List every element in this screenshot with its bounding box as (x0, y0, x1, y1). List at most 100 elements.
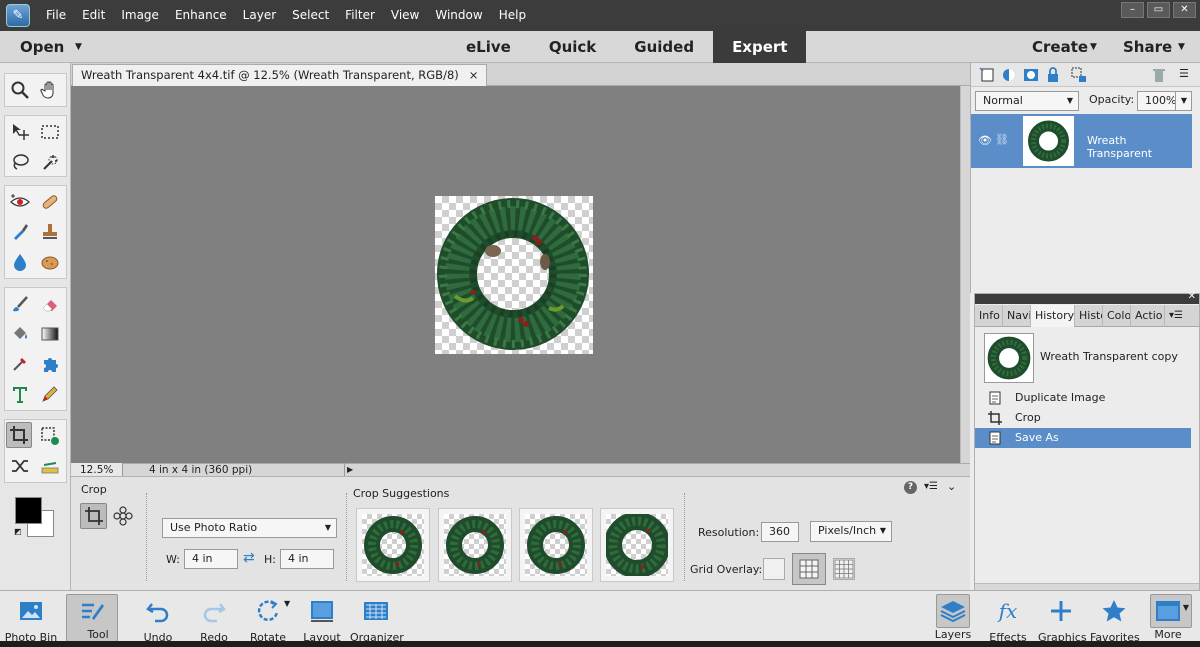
grid-overlay-none-button[interactable] (763, 558, 785, 580)
open-button[interactable]: Open (20, 31, 64, 63)
history-item[interactable]: Crop (975, 408, 1191, 428)
new-layer-icon[interactable] (979, 67, 995, 83)
layers-menu-icon[interactable]: ☰ (1179, 67, 1195, 83)
tab-history[interactable]: History (1031, 305, 1075, 327)
move-tool[interactable] (7, 119, 33, 145)
tab-navigator[interactable]: Navi (1003, 305, 1031, 327)
menu-window[interactable]: Window (427, 0, 490, 31)
tab-quick[interactable]: Quick (530, 31, 615, 63)
zoom-level[interactable]: 12.5% (71, 463, 123, 477)
tab-info[interactable]: Info (975, 305, 1003, 327)
history-item[interactable]: Duplicate Image (975, 388, 1191, 408)
eyedropper-tool[interactable] (7, 351, 33, 377)
panel-titlebar[interactable]: ✕ (975, 291, 1199, 304)
wreath-image[interactable] (435, 196, 593, 354)
rotate-button[interactable]: ▼ Rotate (246, 591, 290, 644)
menu-layer[interactable]: Layer (235, 0, 284, 31)
menu-help[interactable]: Help (491, 0, 534, 31)
panel-menu-icon[interactable]: ▾☰ (1165, 305, 1187, 327)
history-snapshot-name[interactable]: Wreath Transparent copy (1040, 350, 1178, 363)
menu-filter[interactable]: Filter (337, 0, 383, 31)
lasso-tool[interactable] (7, 149, 33, 175)
collapse-options-icon[interactable]: ⌄ (947, 480, 956, 493)
tab-histogram[interactable]: Histo (1075, 305, 1103, 327)
tab-color[interactable]: Colo (1103, 305, 1131, 327)
layout-button[interactable]: Layout (302, 591, 342, 644)
layers-panel-button[interactable] (936, 594, 970, 628)
grid-overlay-thirds-button[interactable] (792, 553, 826, 585)
more-dropdown-icon[interactable]: ▼ (1183, 603, 1189, 612)
tab-actions[interactable]: Actio (1131, 305, 1165, 327)
layer-mask-icon[interactable] (1023, 67, 1039, 83)
create-dropdown-icon[interactable]: ▼ (1090, 31, 1097, 63)
history-snapshot-thumbnail[interactable] (984, 333, 1034, 383)
graphics-button[interactable]: Graphics (1038, 591, 1087, 644)
menu-image[interactable]: Image (113, 0, 167, 31)
recompose-tool[interactable] (37, 423, 63, 449)
spot-healing-tool[interactable] (37, 189, 63, 215)
maximize-button[interactable]: ▭ (1147, 2, 1170, 18)
minimize-button[interactable]: – (1121, 2, 1144, 18)
favorites-button[interactable]: Favorites (1090, 591, 1140, 644)
history-item-selected[interactable]: Save As (975, 428, 1191, 448)
blend-mode-select[interactable]: Normal ▼ (975, 91, 1079, 111)
width-input[interactable]: 4 in (184, 549, 238, 569)
open-dropdown-icon[interactable]: ▼ (75, 31, 82, 63)
menu-select[interactable]: Select (284, 0, 337, 31)
hand-tool[interactable] (37, 77, 63, 103)
lock-icon[interactable] (1045, 67, 1061, 83)
layer-row[interactable]: 👁 ⛓ Wreath Transparent (971, 114, 1192, 168)
help-icon[interactable]: ? (904, 481, 917, 494)
straighten-tool[interactable] (37, 453, 63, 479)
options-menu-icon[interactable]: ▾☰ (924, 481, 938, 492)
smart-brush-tool[interactable] (7, 219, 33, 245)
menu-edit[interactable]: Edit (74, 0, 113, 31)
paint-bucket-tool[interactable] (7, 321, 33, 347)
type-tool[interactable] (7, 381, 33, 407)
photo-bin-button[interactable]: Photo Bin (4, 591, 58, 644)
organizer-button[interactable]: Organizer (350, 591, 404, 644)
default-colors-icon[interactable]: ◩ (14, 527, 22, 536)
crop-tool[interactable] (6, 422, 32, 448)
crop-suggestion-1[interactable] (356, 508, 430, 582)
opacity-dropdown[interactable]: ▼ (1175, 91, 1192, 111)
close-window-button[interactable]: ✕ (1173, 2, 1196, 18)
status-menu-arrow-icon[interactable]: ▶ (347, 464, 353, 476)
tab-elive[interactable]: eLive (447, 31, 530, 63)
crop-suggestion-2[interactable] (438, 508, 512, 582)
crop-suggestion-4[interactable] (600, 508, 674, 582)
content-aware-move-tool[interactable] (7, 453, 33, 479)
aspect-ratio-select[interactable]: Use Photo Ratio ▼ (162, 518, 337, 538)
custom-shape-tool[interactable] (37, 351, 63, 377)
layer-visibility-eye-icon[interactable]: 👁 (978, 134, 992, 147)
layer-link-icon[interactable]: ⛓ (995, 133, 1009, 146)
menu-file[interactable]: File (38, 0, 74, 31)
eraser-tool[interactable] (37, 291, 63, 317)
zoom-tool[interactable] (7, 77, 33, 103)
quick-selection-tool[interactable] (37, 149, 63, 175)
marquee-tool[interactable] (37, 119, 63, 145)
document-tab[interactable]: Wreath Transparent 4x4.tif @ 12.5% (Wrea… (72, 64, 488, 86)
lock-all-icon[interactable] (1071, 67, 1087, 83)
resolution-input[interactable]: 360 (761, 522, 799, 542)
canvas-vertical-scrollbar[interactable] (960, 86, 970, 463)
undo-button[interactable]: Undo (138, 591, 178, 644)
tab-guided[interactable]: Guided (615, 31, 713, 63)
blur-tool[interactable] (7, 249, 33, 275)
gradient-tool[interactable] (37, 321, 63, 347)
height-input[interactable]: 4 in (280, 549, 334, 569)
sponge-tool[interactable] (37, 249, 63, 275)
brush-tool[interactable] (7, 291, 33, 317)
close-panel-icon[interactable]: ✕ (1188, 291, 1196, 302)
share-dropdown-icon[interactable]: ▼ (1178, 31, 1185, 63)
swap-dimensions-icon[interactable]: ⇄ (243, 550, 255, 566)
share-button[interactable]: Share (1123, 31, 1172, 63)
trash-icon[interactable] (1151, 67, 1167, 83)
red-eye-tool[interactable] (7, 189, 33, 215)
crop-mode-button[interactable] (80, 503, 107, 529)
more-button[interactable]: ▼ (1150, 594, 1192, 628)
redo-button[interactable]: Redo (194, 591, 234, 644)
tab-expert[interactable]: Expert (713, 31, 807, 63)
create-button[interactable]: Create (1032, 31, 1088, 63)
adjustment-layer-icon[interactable] (1001, 67, 1017, 83)
